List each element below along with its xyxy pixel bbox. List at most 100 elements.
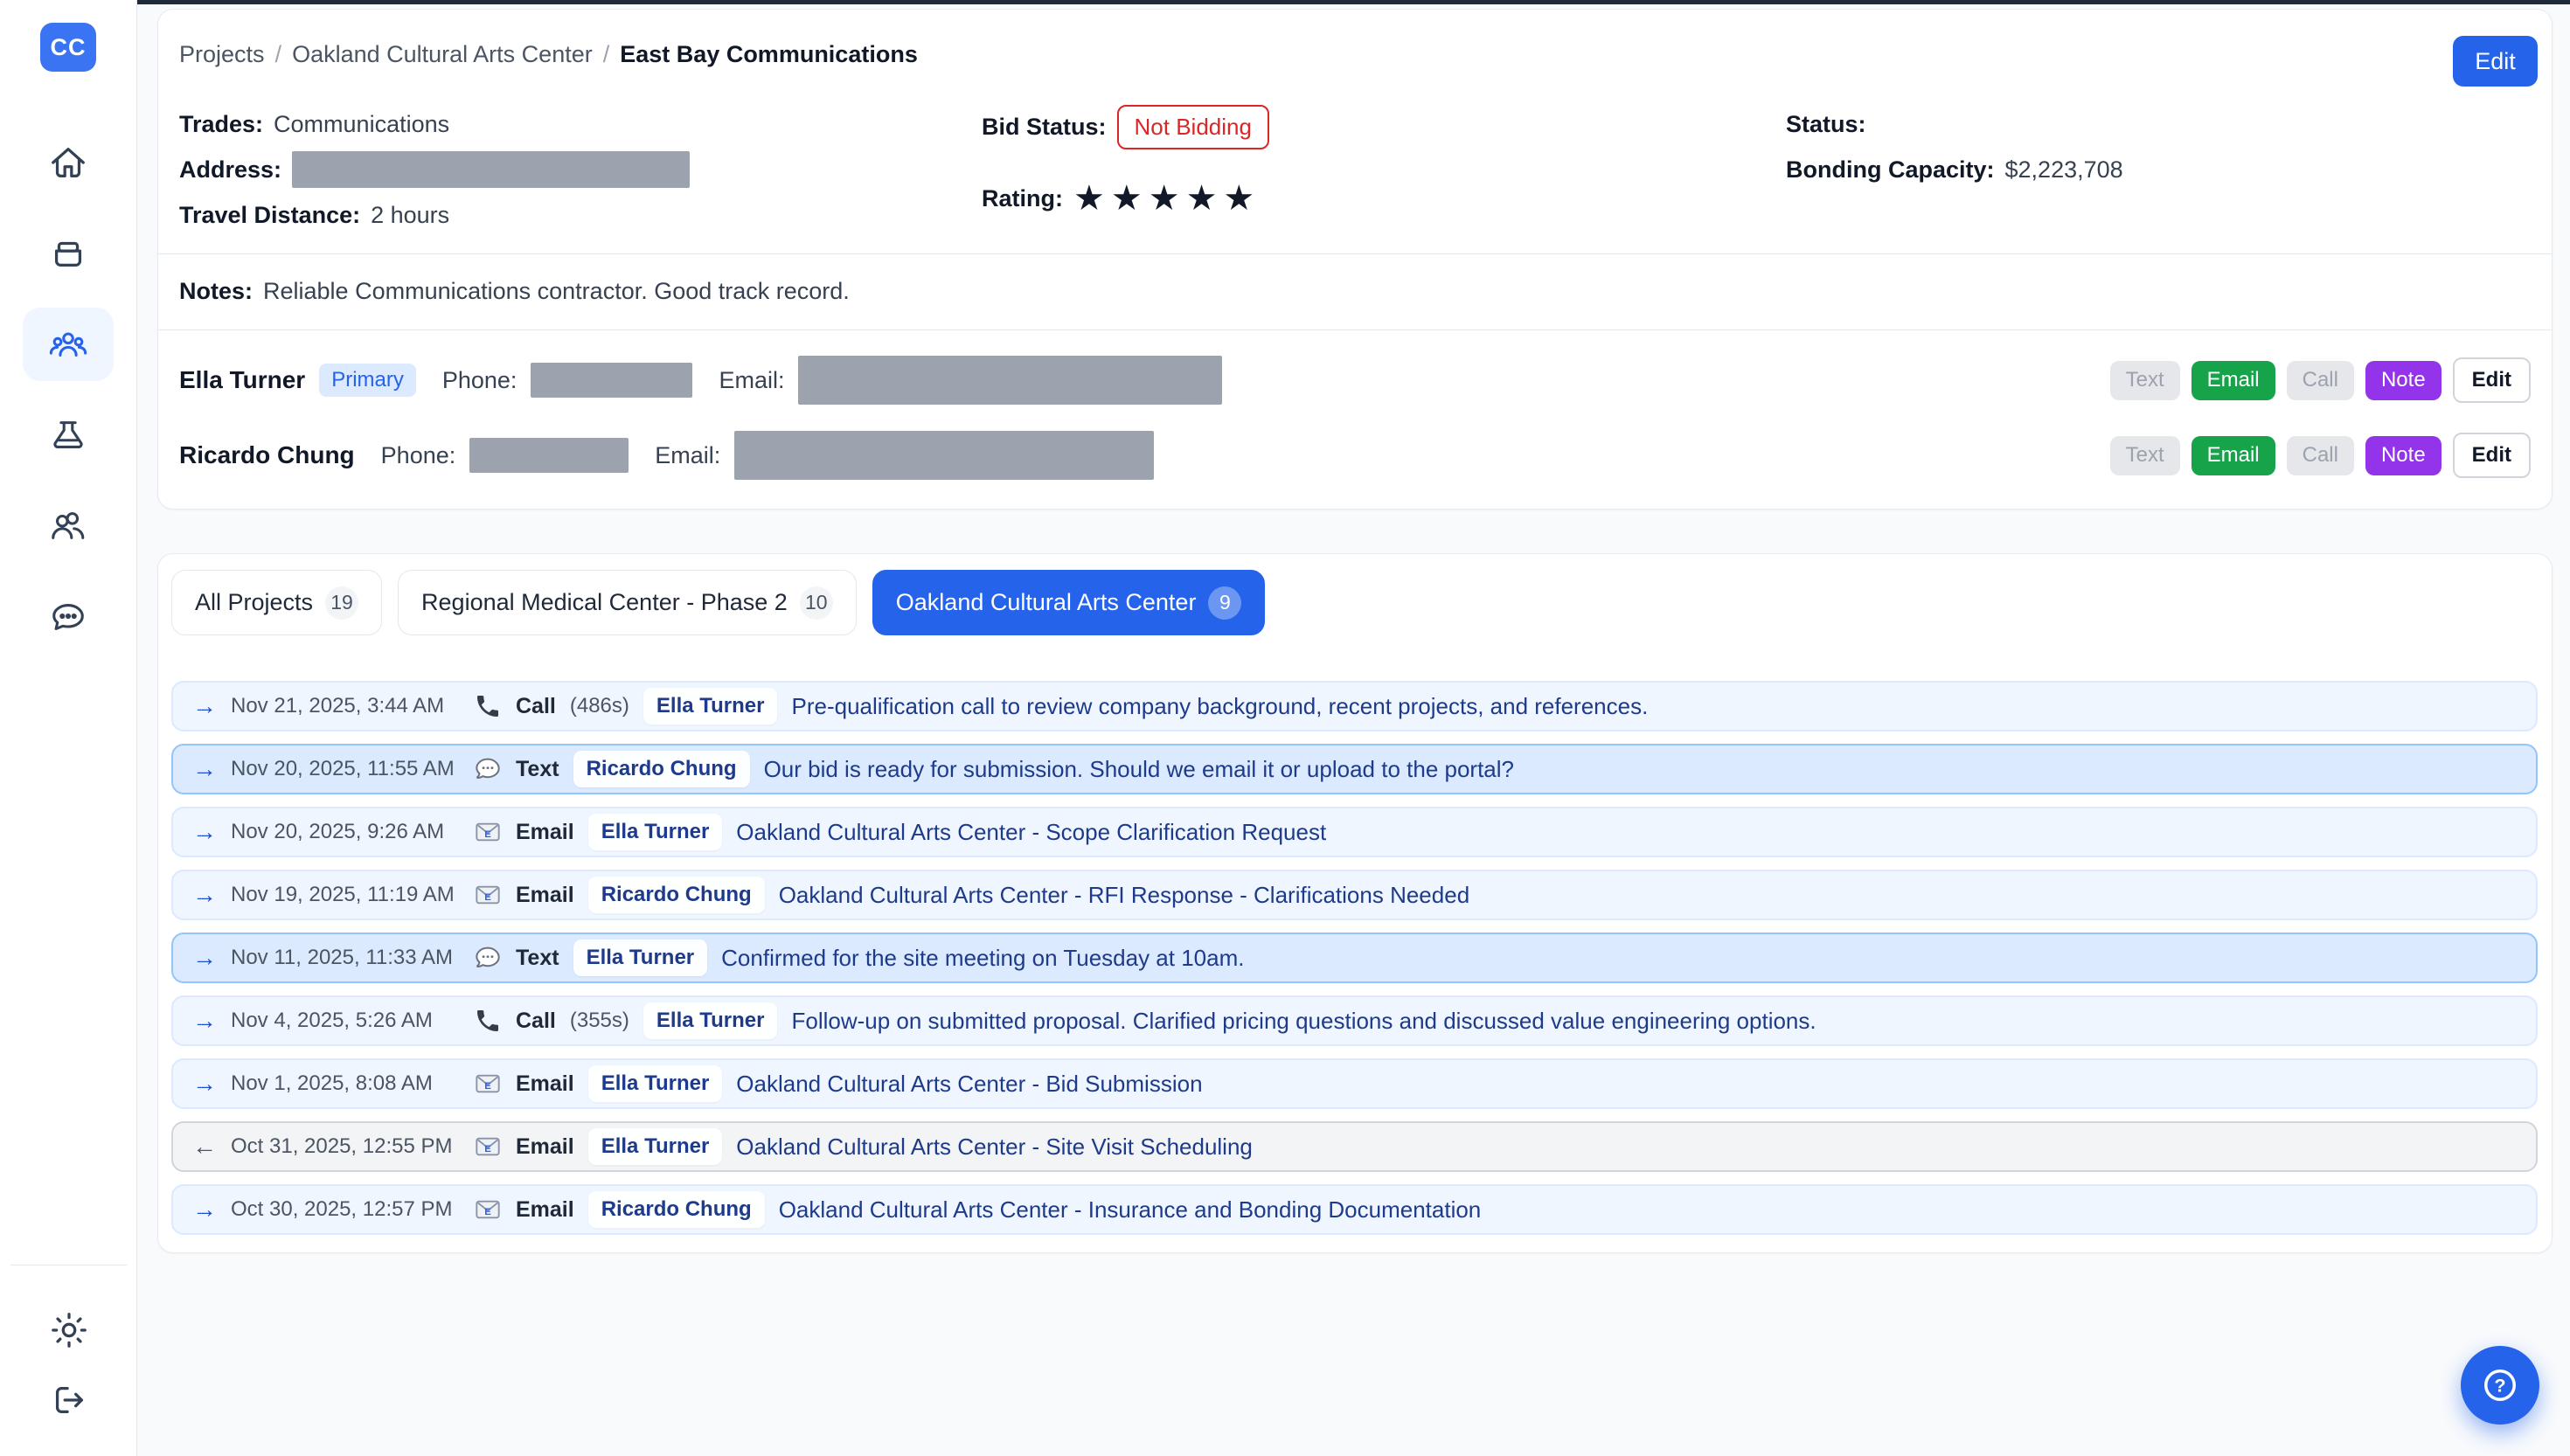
inbound-arrow-icon: ←: [192, 1133, 217, 1161]
comm-date: Nov 20, 2025, 11:55 AM: [231, 757, 460, 781]
info-col-right: Status: Bonding Capacity:$2,223,708: [1786, 105, 2531, 234]
app-logo[interactable]: CC: [40, 23, 96, 72]
communication-row[interactable]: → Nov 20, 2025, 9:26 AM E Email Ella Turner O…: [171, 807, 2538, 857]
comm-contact-badge: Ella Turner: [588, 1065, 723, 1102]
tab-regional-medical-center-phase-2[interactable]: Regional Medical Center - Phase 210: [398, 570, 857, 635]
notes-label: Notes:: [179, 278, 253, 305]
communication-row[interactable]: →Oct 30, 2025, 12:57 PMEEmailRicardo Chu…: [171, 1184, 2538, 1235]
sidebar-item-contractors[interactable]: [23, 308, 114, 381]
phone-redacted: [531, 363, 692, 398]
call-icon: [474, 692, 502, 720]
comm-date: Oct 30, 2025, 12:57 PM: [231, 1197, 460, 1222]
comm-date: Oct 31, 2025, 12:55 PM: [231, 1134, 460, 1159]
comm-type-label: Email: [516, 820, 574, 845]
outbound-arrow-icon: →: [192, 881, 217, 909]
breadcrumb-projects[interactable]: Projects: [179, 41, 265, 68]
communication-row[interactable]: →Nov 21, 2025, 3:44 AMCall(486s)Ella Tur…: [171, 681, 2538, 731]
contact-row: Ella Turner Primary Phone: Email: Text E…: [179, 343, 2531, 418]
comm-date: Nov 19, 2025, 11:19 AM: [231, 883, 460, 907]
bid-status-badge[interactable]: Not Bidding: [1117, 105, 1269, 149]
info-col-left: Trades:Communications Address: Travel Di…: [179, 105, 982, 234]
svg-text:E: E: [484, 1081, 491, 1092]
edit-contact-button[interactable]: Edit: [2453, 357, 2531, 403]
contact-name: Ricardo Chung: [179, 441, 355, 469]
email-contact-button[interactable]: Email: [2191, 436, 2275, 475]
breadcrumb-separator: /: [275, 41, 282, 68]
call-contact-button[interactable]: Call: [2287, 436, 2354, 475]
comm-message: Oakland Cultural Arts Center - Bid Submi…: [736, 1071, 1202, 1098]
sidebar-item-messages[interactable]: [23, 580, 114, 654]
edit-contact-button[interactable]: Edit: [2453, 433, 2531, 478]
sidebar-item-logout[interactable]: [24, 1365, 115, 1435]
comm-type-label: Email: [516, 1134, 574, 1160]
trades-value: Communications: [274, 111, 449, 138]
svg-text:E: E: [484, 829, 491, 840]
tab-count-badge: 19: [325, 586, 358, 620]
communication-row[interactable]: ←Oct 31, 2025, 12:55 PMEEmailElla Turner…: [171, 1121, 2538, 1172]
sidebar-item-projects[interactable]: [23, 217, 114, 290]
comm-date: Nov 20, 2025, 9:26 AM: [231, 820, 460, 844]
flask-icon: [48, 415, 88, 455]
sidebar-item-settings[interactable]: [24, 1295, 115, 1365]
comm-contact-badge: Ella Turner: [588, 1128, 723, 1165]
sidebar-item-home[interactable]: [23, 126, 114, 199]
email-icon: E: [474, 1196, 502, 1224]
comm-type-label: Text: [516, 757, 559, 782]
communication-row[interactable]: →Nov 19, 2025, 11:19 AMEEmailRicardo Chu…: [171, 870, 2538, 920]
divider: [158, 253, 2552, 254]
breadcrumb: Projects / Oakland Cultural Arts Center …: [179, 41, 2531, 68]
info-grid: Trades:Communications Address: Travel Di…: [179, 105, 2531, 234]
comm-type-label: Call: [516, 1009, 556, 1034]
communication-row[interactable]: →Nov 1, 2025, 8:08 AMEEmailElla TurnerOa…: [171, 1058, 2538, 1109]
help-icon: ?: [2477, 1362, 2523, 1408]
comm-message: Oakland Cultural Arts Center - Scope Cla…: [736, 819, 1326, 846]
outbound-arrow-icon: →: [192, 818, 217, 846]
star-rating[interactable]: ★★★★★: [1073, 181, 1261, 216]
contacts-section: Ella Turner Primary Phone: Email: Text E…: [179, 343, 2531, 493]
phone-redacted: [469, 438, 629, 473]
sidebar-bottom: [0, 1265, 137, 1435]
communication-row[interactable]: → Nov 4, 2025, 5:26 AM Call (355s) Ella Turn…: [171, 995, 2538, 1046]
email-label: Email:: [655, 442, 720, 469]
email-icon: E: [474, 881, 502, 909]
chat-icon: [48, 597, 88, 637]
svg-text:?: ?: [2494, 1375, 2505, 1397]
note-contact-button[interactable]: Note: [2365, 436, 2442, 475]
outbound-arrow-icon: →: [192, 1007, 217, 1035]
comm-contact-badge: Ella Turner: [643, 1002, 778, 1039]
tab-oakland-cultural-arts-center[interactable]: Oakland Cultural Arts Center9: [872, 570, 1266, 635]
comm-contact-badge: Ella Turner: [573, 939, 708, 976]
travel-distance-value: 2 hours: [371, 202, 449, 229]
comm-contact-badge: Ricardo Chung: [573, 751, 750, 787]
help-button[interactable]: ?: [2461, 1346, 2539, 1425]
comm-date: Nov 4, 2025, 5:26 AM: [231, 1009, 460, 1033]
breadcrumb-project[interactable]: Oakland Cultural Arts Center: [292, 41, 593, 68]
info-col-mid: Bid Status:Not Bidding Rating:★★★★★: [982, 105, 1786, 234]
trades-label: Trades:: [179, 111, 263, 138]
sidebar-item-users[interactable]: [23, 489, 114, 563]
primary-badge: Primary: [319, 364, 416, 397]
comm-contact-badge: Ella Turner: [588, 814, 723, 850]
email-contact-button[interactable]: Email: [2191, 361, 2275, 400]
address-redacted: [292, 151, 690, 188]
app: CC: [0, 0, 2570, 1456]
text-contact-button[interactable]: Text: [2110, 361, 2180, 400]
sidebar: CC: [0, 0, 137, 1456]
communications-card: All Projects19Regional Medical Center - …: [157, 553, 2553, 1253]
note-contact-button[interactable]: Note: [2365, 361, 2442, 400]
communication-row[interactable]: →Nov 11, 2025, 11:33 AMTextElla TurnerCo…: [171, 933, 2538, 983]
text-contact-button[interactable]: Text: [2110, 436, 2180, 475]
communication-row[interactable]: →Nov 20, 2025, 11:55 AMTextRicardo Chung…: [171, 744, 2538, 794]
comm-message: Confirmed for the site meeting on Tuesda…: [721, 945, 1244, 972]
tab-all-projects[interactable]: All Projects19: [171, 570, 382, 635]
comm-duration: (355s): [570, 1009, 629, 1033]
text-icon: [474, 755, 502, 783]
call-contact-button[interactable]: Call: [2287, 361, 2354, 400]
tab-label: Regional Medical Center - Phase 2: [421, 589, 788, 616]
svg-text:E: E: [484, 892, 491, 903]
phone-label: Phone:: [381, 442, 456, 469]
comm-contact-badge: Ricardo Chung: [588, 1191, 765, 1228]
sidebar-item-bids[interactable]: [23, 399, 114, 472]
edit-contractor-button[interactable]: Edit: [2453, 36, 2538, 87]
gear-icon: [49, 1310, 89, 1350]
